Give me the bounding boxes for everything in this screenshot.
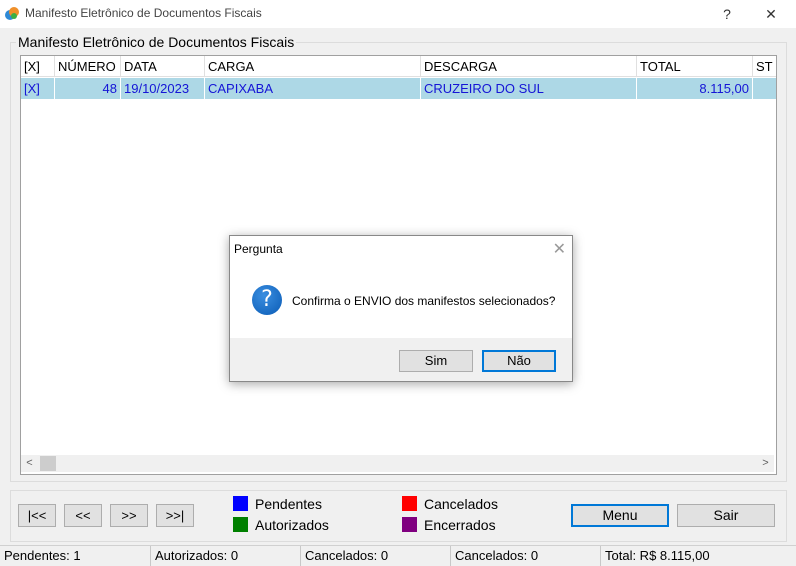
row-st-cell[interactable] — [753, 78, 776, 99]
first-record-button[interactable]: |<< — [18, 504, 56, 527]
help-button[interactable]: ? — [712, 4, 742, 24]
row-data-cell[interactable]: 19/10/2023 — [121, 78, 205, 99]
column-header-st[interactable]: ST — [753, 56, 776, 77]
scroll-left-icon[interactable]: < — [21, 455, 38, 472]
horizontal-scrollbar[interactable]: < > — [21, 455, 774, 472]
grid-header: [X] NÚMERO DATA CARGA DESCARGA TOTAL ST — [21, 56, 776, 77]
row-carga-cell[interactable]: CAPIXABA — [205, 78, 421, 99]
dialog-title: Pergunta — [234, 242, 283, 256]
status-bar: Pendentes: 1 Autorizados: 0 Cancelados: … — [0, 545, 796, 566]
title-bar: Manifesto Eletrônico de Documentos Fisca… — [0, 0, 796, 28]
column-header-carga[interactable]: CARGA — [205, 56, 421, 77]
status-cancelados: Cancelados: 0 — [301, 546, 451, 566]
menu-button[interactable]: Menu — [571, 504, 669, 527]
row-numero-cell[interactable]: 48 — [55, 78, 121, 99]
column-header-select[interactable]: [X] — [21, 56, 55, 77]
dialog-message: Confirma o ENVIO dos manifestos selecion… — [292, 294, 556, 308]
close-window-button[interactable]: ✕ — [756, 4, 786, 24]
pendentes-swatch — [233, 496, 248, 511]
no-button[interactable]: Não — [482, 350, 556, 372]
row-select-cell[interactable]: [X] — [21, 78, 55, 99]
dialog-footer: Sim Não — [230, 338, 572, 381]
column-header-data[interactable]: DATA — [121, 56, 205, 77]
encerrados-legend: Encerrados — [424, 517, 496, 533]
autorizados-legend: Autorizados — [255, 517, 329, 533]
encerrados-swatch — [402, 517, 417, 532]
window-title: Manifesto Eletrônico de Documentos Fisca… — [25, 6, 262, 20]
next-record-button[interactable]: >> — [110, 504, 148, 527]
scroll-right-icon[interactable]: > — [757, 455, 774, 472]
last-record-button[interactable]: >>| — [156, 504, 194, 527]
cancelados-swatch — [402, 496, 417, 511]
sair-button[interactable]: Sair — [677, 504, 775, 527]
question-icon: ? — [252, 285, 282, 315]
table-row[interactable]: [X] 48 19/10/2023 CAPIXABA CRUZEIRO DO S… — [21, 78, 776, 99]
group-legend: Manifesto Eletrônico de Documentos Fisca… — [16, 34, 297, 50]
dialog-close-icon[interactable]: ✕ — [553, 239, 566, 259]
status-cancelados-2: Cancelados: 0 — [451, 546, 601, 566]
column-header-descarga[interactable]: DESCARGA — [421, 56, 637, 77]
yes-button[interactable]: Sim — [399, 350, 473, 372]
scroll-thumb[interactable] — [40, 456, 56, 471]
status-autorizados: Autorizados: 0 — [151, 546, 301, 566]
autorizados-swatch — [233, 517, 248, 532]
row-descarga-cell[interactable]: CRUZEIRO DO SUL — [421, 78, 637, 99]
column-header-numero[interactable]: NÚMERO — [55, 56, 121, 77]
previous-record-button[interactable]: << — [64, 504, 102, 527]
app-logo-icon — [5, 7, 19, 20]
cancelados-legend: Cancelados — [424, 496, 498, 512]
status-pendentes: Pendentes: 1 — [0, 546, 151, 566]
confirm-dialog: Pergunta ✕ ? Confirma o ENVIO dos manife… — [229, 235, 573, 382]
column-header-total[interactable]: TOTAL — [637, 56, 753, 77]
row-total-cell[interactable]: 8.115,00 — [637, 78, 753, 99]
pendentes-legend: Pendentes — [255, 496, 322, 512]
status-total: Total: R$ 8.115,00 — [605, 548, 710, 563]
